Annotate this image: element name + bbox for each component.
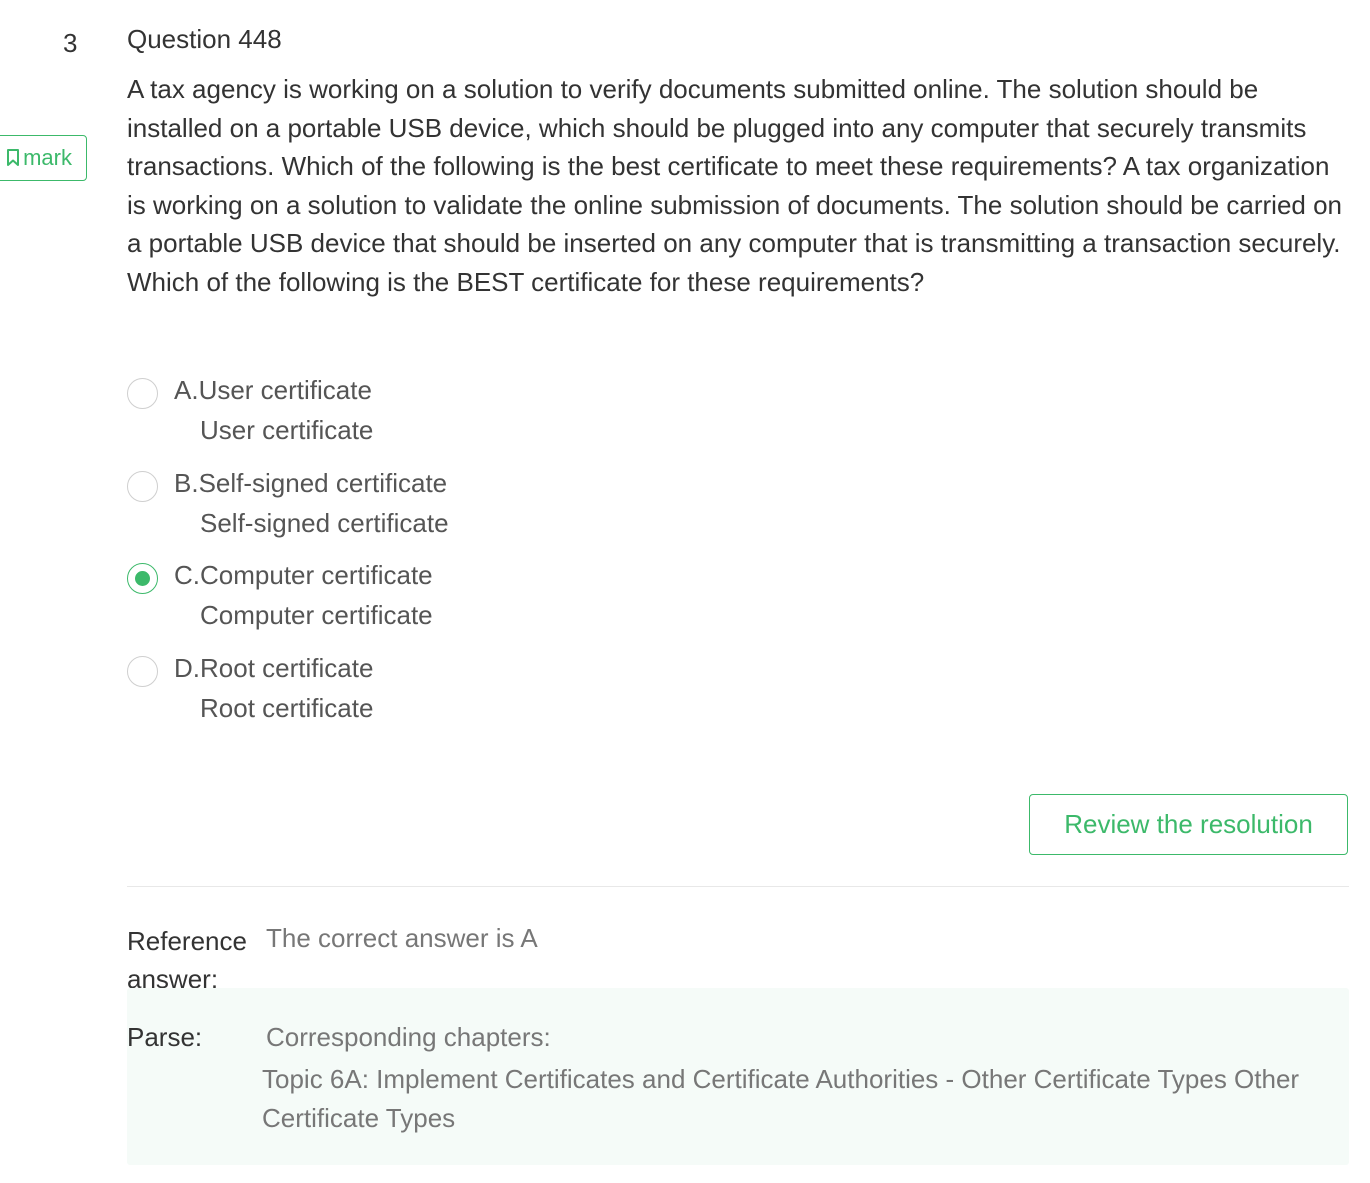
mark-label: mark	[23, 145, 72, 170]
bookmark-icon	[7, 149, 20, 166]
option-c[interactable]: C.Computer certificate Computer certific…	[127, 556, 1349, 649]
option-subtext: Computer certificate	[200, 600, 433, 630]
reference-answer-label: Reference answer:	[127, 926, 247, 994]
parse-label: Parse:	[127, 1022, 203, 1052]
option-d[interactable]: D.Root certificate Root certificate	[127, 649, 1349, 742]
option-subtext: User certificate	[200, 415, 374, 445]
option-subtext: Root certificate	[200, 692, 374, 723]
options-list: A.User certificate User certificate B.Se…	[127, 371, 1349, 741]
divider	[127, 886, 1349, 887]
option-subtext: Self-signed certificate	[200, 507, 449, 538]
radio-button[interactable]	[127, 563, 158, 594]
question-title: Question 448	[127, 24, 282, 54]
option-label: B.Self-signed certificate	[174, 467, 448, 498]
review-resolution-button[interactable]: Review the resolution	[1029, 794, 1348, 855]
radio-button[interactable]	[127, 378, 158, 409]
option-a[interactable]: A.User certificate User certificate	[127, 371, 1349, 464]
question-number: 3	[63, 28, 78, 58]
radio-button[interactable]	[127, 470, 158, 502]
option-label: C.Computer certificate	[174, 560, 433, 590]
option-label: D.Root certificate	[174, 652, 374, 683]
radio-button[interactable]	[127, 655, 158, 687]
parse-heading: Corresponding chapters:	[266, 1022, 551, 1052]
mark-button[interactable]: mark	[0, 135, 87, 181]
parse-panel: Parse: Corresponding chapters: Topic 6A:…	[127, 988, 1349, 1165]
question-stem: A tax agency is working on a solution to…	[127, 74, 1343, 297]
option-label: A.User certificate	[174, 375, 372, 405]
option-b[interactable]: B.Self-signed certificate Self-signed ce…	[127, 464, 1349, 557]
parse-chapter: Topic 6A: Implement Certificates and Cer…	[262, 1064, 1300, 1133]
reference-answer-value: The correct answer is A	[266, 923, 538, 953]
